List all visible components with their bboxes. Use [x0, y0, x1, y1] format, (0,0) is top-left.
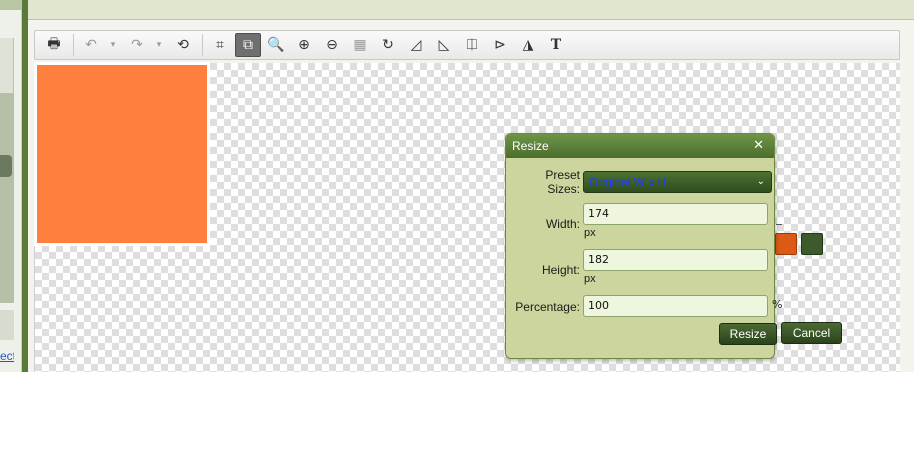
selection-handles [775, 233, 823, 255]
dialog-title: Resize [506, 134, 774, 158]
app-frame: ect 🖶 ↶ ▾ ↷ ▾ ⟲ ⌗ ⧉ 🔍 ⊕ ⊖ ▦ ↻ ◿ ◺ ⎅ ⊳ ◮ … [0, 0, 914, 372]
undo-dropdown-icon[interactable]: ▾ [106, 33, 120, 57]
left-sidebar-button[interactable] [0, 155, 12, 177]
resize-dialog: Resize ✕ Preset Sizes: Original W x H ⌄ … [505, 133, 782, 359]
toolbar-separator [202, 34, 203, 56]
preset-label: Preset Sizes: [545, 168, 580, 196]
crop-icon[interactable]: ⌗ [207, 33, 233, 57]
left-sidebar-band [0, 310, 14, 340]
left-sidebar-topbar [0, 0, 22, 10]
image-editor: 🖶 ↶ ▾ ↷ ▾ ⟲ ⌗ ⧉ 🔍 ⊕ ⊖ ▦ ↻ ◿ ◺ ⎅ ⊳ ◮ T [28, 20, 914, 372]
undo-icon[interactable]: ↶ [78, 33, 104, 57]
left-sidebar: ect [0, 0, 22, 372]
left-sidebar-panel [0, 38, 14, 93]
chevron-down-icon: ⌄ [756, 176, 765, 187]
percentage-row: Percentage: 100 % [506, 295, 782, 319]
width-field[interactable]: 174 [583, 203, 768, 225]
text-icon[interactable]: T [543, 33, 569, 57]
flip-horizontal-icon[interactable]: ◮ [515, 33, 541, 57]
height-unit: px [584, 273, 596, 285]
preset-row: Preset Sizes: Original W x H ⌄ [506, 168, 776, 198]
editor-toolbar: 🖶 ↶ ▾ ↷ ▾ ⟲ ⌗ ⧉ 🔍 ⊕ ⊖ ▦ ↻ ◿ ◺ ⎅ ⊳ ◮ T [34, 30, 900, 60]
zoom-icon[interactable]: 🔍 [263, 33, 289, 57]
fit-icon[interactable]: ▦ [347, 33, 373, 57]
cancel-button[interactable]: Cancel [781, 322, 842, 344]
redo-icon[interactable]: ↷ [124, 33, 150, 57]
width-row: Width: 174 px [506, 203, 782, 243]
height-label: Height: [541, 263, 580, 277]
resize-button[interactable]: Resize [719, 323, 777, 345]
link-bracket-top [776, 224, 782, 234]
close-icon[interactable]: ✕ [753, 138, 764, 153]
skew-left-icon[interactable]: ◿ [403, 33, 429, 57]
rotate-icon[interactable]: ↻ [375, 33, 401, 57]
preset-selected-value: Original W x H [589, 175, 667, 189]
zoom-in-icon[interactable]: ⊕ [291, 33, 317, 57]
height-field[interactable]: 182 [583, 249, 768, 271]
width-unit: px [584, 227, 596, 239]
skew-right-icon[interactable]: ◺ [431, 33, 457, 57]
height-row: Height: 182 px [506, 249, 776, 289]
toolbar-separator [73, 34, 74, 56]
flip-vertical-icon[interactable]: ⎅ [459, 33, 485, 57]
reset-icon[interactable]: ⟲ [170, 33, 196, 57]
editor-header-band [28, 0, 914, 20]
width-label: Width: [545, 217, 580, 231]
left-sidebar-section [0, 93, 14, 303]
left-sidebar-link[interactable]: ect [0, 349, 14, 363]
green-handle[interactable] [801, 233, 823, 255]
percentage-unit: % [772, 298, 783, 311]
percentage-field[interactable]: 100 [583, 295, 768, 317]
perspective-icon[interactable]: ⊳ [487, 33, 513, 57]
orange-handle[interactable] [775, 233, 797, 255]
print-icon[interactable]: 🖶 [41, 33, 67, 57]
preset-sizes-select[interactable]: Original W x H ⌄ [583, 171, 772, 193]
percentage-label: Percentage: [515, 300, 580, 314]
edited-image[interactable] [34, 62, 210, 246]
resize-icon[interactable]: ⧉ [235, 33, 261, 57]
preset-label-line2: Sizes: [547, 182, 580, 196]
preset-label-line1: Preset [545, 168, 580, 182]
zoom-out-icon[interactable]: ⊖ [319, 33, 345, 57]
redo-dropdown-icon[interactable]: ▾ [152, 33, 166, 57]
